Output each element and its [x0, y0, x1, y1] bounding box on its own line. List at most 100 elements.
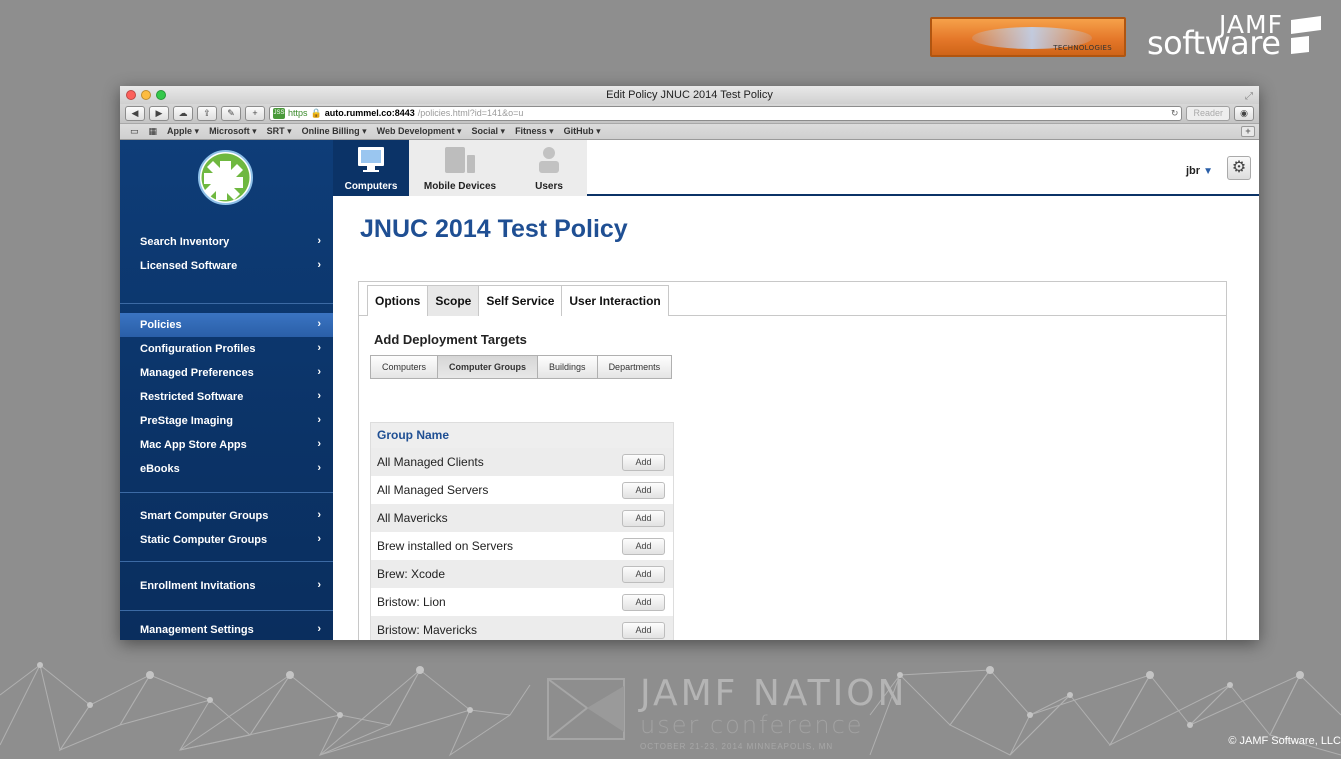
icloud-tabs-icon[interactable]: ☁	[173, 106, 193, 121]
add-button[interactable]: Add	[622, 622, 665, 639]
sidebar-item-restricted-software[interactable]: Restricted Software ›	[120, 385, 333, 409]
chevron-right-icon: ›	[317, 509, 321, 521]
forward-button[interactable]: ▶	[149, 106, 169, 121]
reader-button[interactable]: Reader	[1186, 106, 1230, 121]
zoom-window-button[interactable]	[156, 90, 166, 100]
tab-scope[interactable]: Scope	[427, 285, 480, 316]
copyright: © JAMF Software, LLC	[1228, 735, 1341, 747]
reading-list-icon[interactable]: ▭	[130, 126, 139, 137]
url-scheme: https	[288, 108, 308, 118]
tab-label: Mobile Devices	[423, 181, 497, 192]
username: jbr	[1185, 165, 1201, 177]
downloads-icon[interactable]: ◉	[1234, 106, 1254, 121]
group-table: Group Name All Managed Clients Add All Ma…	[370, 422, 674, 640]
minimize-window-button[interactable]	[141, 90, 151, 100]
section-title: Add Deployment Targets	[374, 332, 527, 347]
tab-user-interaction[interactable]: User Interaction	[561, 285, 669, 316]
add-button[interactable]: Add	[622, 454, 665, 471]
sidebar-group-inventory: Search Inventory › Licensed Software ›	[120, 230, 333, 278]
sidebar-item-label: Smart Computer Groups	[140, 510, 269, 522]
sidebar-item-ebooks[interactable]: eBooks ›	[120, 457, 333, 481]
tab-label: Users	[535, 181, 563, 192]
chevron-right-icon: ›	[317, 342, 321, 354]
table-row: All Managed Servers Add	[371, 476, 673, 504]
target-type-buildings[interactable]: Buildings	[537, 355, 598, 379]
sidebar-item-prestage-imaging[interactable]: PreStage Imaging ›	[120, 409, 333, 433]
sidebar-item-label: Management Settings	[140, 624, 254, 636]
window-controls	[126, 90, 166, 100]
back-button[interactable]: ◀	[125, 106, 145, 121]
fullscreen-icon[interactable]: ⤢	[1245, 88, 1253, 106]
chevron-right-icon: ›	[317, 414, 321, 426]
bookmark-srt[interactable]: SRT ▾	[267, 126, 292, 137]
target-type-computers[interactable]: Computers	[370, 355, 439, 379]
add-button[interactable]: Add	[622, 566, 665, 583]
tab-self-service[interactable]: Self Service	[478, 285, 563, 316]
add-bookmark-button[interactable]: +	[1241, 126, 1255, 137]
add-button[interactable]: Add	[622, 510, 665, 527]
chevron-right-icon: ›	[317, 318, 321, 330]
sidebar-item-management-settings[interactable]: Management Settings ›	[120, 618, 333, 640]
tab-computers[interactable]: Computers	[333, 140, 409, 196]
add-button[interactable]: Add	[622, 594, 665, 611]
sidebar-item-label: PreStage Imaging	[140, 415, 233, 427]
sidebar-item-managed-preferences[interactable]: Managed Preferences ›	[120, 361, 333, 385]
chevron-right-icon: ›	[317, 366, 321, 378]
sidebar-item-mac-app-store-apps[interactable]: Mac App Store Apps ›	[120, 433, 333, 457]
user-menu[interactable]: jbr ▼	[1186, 165, 1213, 177]
add-button[interactable]: Add	[622, 538, 665, 555]
mobile-devices-icon	[445, 147, 475, 173]
bookmark-web-development[interactable]: Web Development ▾	[377, 126, 462, 137]
tab-options[interactable]: Options	[367, 285, 429, 316]
policy-tabs: Options Scope Self Service User Interact…	[359, 282, 1226, 316]
target-type-computer-groups[interactable]: Computer Groups	[437, 355, 539, 379]
group-rows: All Managed Clients Add All Managed Serve…	[371, 448, 673, 640]
group-name: All Managed Clients	[377, 455, 484, 469]
jss-logo-icon[interactable]	[198, 150, 253, 205]
new-tab-button[interactable]: +	[245, 106, 265, 121]
tab-users[interactable]: Users	[511, 140, 587, 196]
bookmark-github[interactable]: GitHub ▾	[564, 126, 601, 137]
sidebar-item-enrollment-invitations[interactable]: Enrollment Invitations ›	[120, 574, 333, 598]
target-type-departments[interactable]: Departments	[596, 355, 673, 379]
site-favicon-icon: JSS	[273, 108, 285, 119]
sidebar-group-groups: Smart Computer Groups › Static Computer G…	[120, 504, 333, 552]
sidebar-group-settings: Management Settings ›	[120, 618, 333, 640]
address-bar[interactable]: JSS https 🔒 auto.rummel.co:8443/policies…	[269, 106, 1183, 121]
add-button[interactable]: Add	[622, 482, 665, 499]
sidebar-item-smart-computer-groups[interactable]: Smart Computer Groups ›	[120, 504, 333, 528]
chevron-right-icon: ›	[317, 533, 321, 545]
bookmark-online-billing[interactable]: Online Billing ▾	[302, 126, 367, 137]
table-header-group-name[interactable]: Group Name	[371, 423, 673, 448]
extension-icon[interactable]: ✎	[221, 106, 241, 121]
url-path: /policies.html?id=141&o=u	[417, 108, 524, 118]
bookmark-apple[interactable]: Apple ▾	[167, 126, 199, 137]
share-icon[interactable]: ⇪	[197, 106, 217, 121]
url-host: auto.rummel.co:8443	[324, 108, 415, 118]
sidebar-item-search-inventory[interactable]: Search Inventory ›	[120, 230, 333, 254]
sidebar-group-management: Policies › Configuration Profiles › Manage…	[120, 313, 333, 481]
bookmark-social[interactable]: Social ▾	[472, 126, 506, 137]
tab-label: Computers	[344, 181, 398, 192]
settings-gear-button[interactable]: ⚙	[1227, 156, 1251, 180]
bookmark-microsoft[interactable]: Microsoft ▾	[209, 126, 257, 137]
sidebar-item-configuration-profiles[interactable]: Configuration Profiles ›	[120, 337, 333, 361]
tab-mobile-devices[interactable]: Mobile Devices	[409, 140, 511, 196]
top-sites-icon[interactable]: ▦	[149, 126, 158, 137]
browser-toolbar: ◀ ▶ ☁ ⇪ ✎ + JSS https 🔒 auto.rummel.co:8…	[120, 104, 1259, 124]
sidebar-item-licensed-software[interactable]: Licensed Software ›	[120, 254, 333, 278]
group-name: Brew: Xcode	[377, 567, 446, 581]
lock-icon: 🔒	[310, 108, 322, 118]
group-name: Brew installed on Servers	[377, 539, 514, 553]
sidebar-item-label: Enrollment Invitations	[140, 580, 256, 592]
table-row: Brew installed on Servers Add	[371, 532, 673, 560]
reload-icon[interactable]: ↻	[1171, 107, 1179, 120]
sidebar-item-policies[interactable]: Policies ›	[120, 313, 333, 337]
chevron-right-icon: ›	[317, 462, 321, 474]
jamf-software-logo: JAMF software	[1147, 8, 1327, 62]
sidebar-item-static-computer-groups[interactable]: Static Computer Groups ›	[120, 528, 333, 552]
window-title: Edit Policy JNUC 2014 Test Policy	[606, 89, 773, 101]
close-window-button[interactable]	[126, 90, 136, 100]
bookmark-fitness[interactable]: Fitness ▾	[515, 126, 554, 137]
caret-down-icon: ▼	[1203, 166, 1213, 177]
